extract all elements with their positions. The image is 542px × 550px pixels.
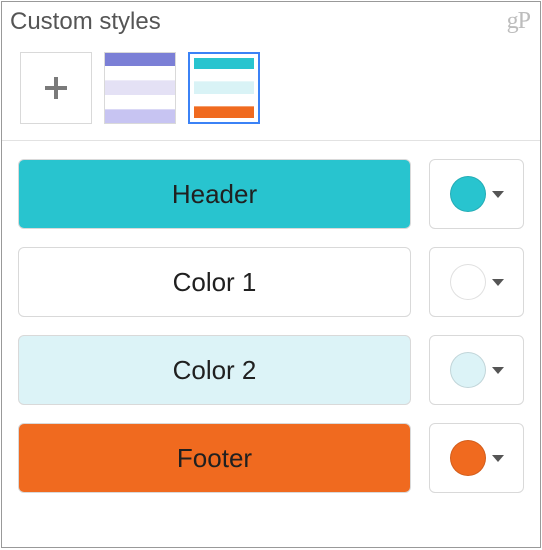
color-rows: Header Color 1 Color 2 Footer [2, 141, 540, 507]
panel-header: Custom styles gP [2, 2, 540, 38]
stripe [194, 69, 254, 81]
swatch-color2[interactable]: Color 2 [18, 335, 411, 405]
add-preset-button[interactable] [20, 52, 92, 124]
watermark: gP [507, 8, 530, 35]
stripe [105, 53, 175, 66]
color-circle [450, 264, 486, 300]
plus-icon [43, 75, 69, 101]
stripe [194, 94, 254, 106]
color-circle [450, 176, 486, 212]
preset-item-2[interactable] [188, 52, 260, 124]
stripe [194, 58, 254, 69]
picker-header[interactable] [429, 159, 524, 229]
row-header: Header [18, 159, 524, 229]
stripe [105, 80, 175, 94]
row-footer: Footer [18, 423, 524, 493]
picker-color2[interactable] [429, 335, 524, 405]
preset-swatch [105, 53, 175, 123]
stripe [105, 95, 175, 109]
stripe [194, 81, 254, 93]
preset-item-1[interactable] [104, 52, 176, 124]
chevron-down-icon [492, 279, 504, 286]
chevron-down-icon [492, 191, 504, 198]
panel-title: Custom styles [10, 8, 161, 36]
row-color1: Color 1 [18, 247, 524, 317]
color-circle [450, 440, 486, 476]
custom-styles-panel: Custom styles gP [1, 1, 541, 548]
row-color2: Color 2 [18, 335, 524, 405]
stripe [105, 66, 175, 80]
color-circle [450, 352, 486, 388]
preset-swatch [194, 58, 254, 118]
picker-footer[interactable] [429, 423, 524, 493]
chevron-down-icon [492, 367, 504, 374]
stripe [194, 106, 254, 118]
swatch-header[interactable]: Header [18, 159, 411, 229]
stripe [105, 109, 175, 123]
swatch-footer[interactable]: Footer [18, 423, 411, 493]
preset-list [2, 38, 540, 141]
chevron-down-icon [492, 455, 504, 462]
swatch-color1[interactable]: Color 1 [18, 247, 411, 317]
picker-color1[interactable] [429, 247, 524, 317]
